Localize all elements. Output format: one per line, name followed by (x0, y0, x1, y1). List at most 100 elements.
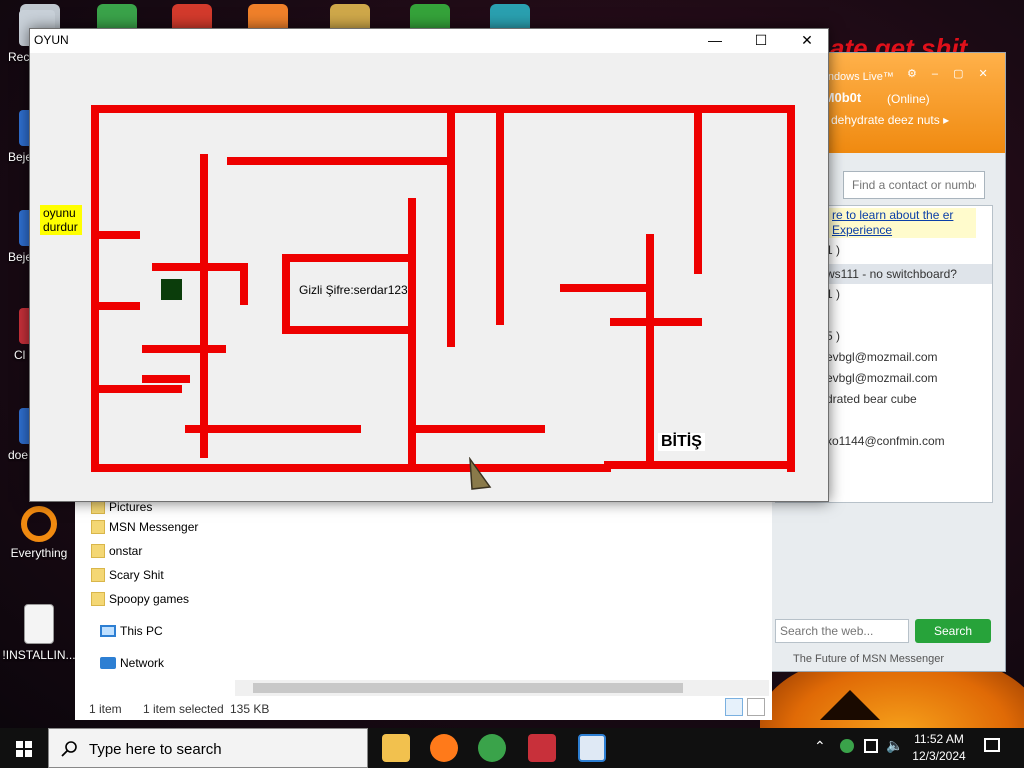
maze-wall (91, 105, 795, 113)
nav-item-pictures[interactable]: Pictures (91, 500, 153, 514)
start-button[interactable] (0, 728, 48, 768)
minimize-button[interactable]: — (692, 29, 738, 53)
maze-wall (447, 109, 455, 347)
cursor-icon (469, 457, 492, 490)
maze-wall (152, 263, 248, 271)
maze-wall (282, 254, 412, 262)
maze-wall (560, 284, 652, 292)
stop-game-button[interactable]: oyunu durdur (40, 205, 82, 235)
maze-wall (413, 425, 545, 433)
contact-row[interactable]: evbgl@mozmail.com (826, 350, 996, 364)
msn-window-controls[interactable]: ⚙ – ▢ ✕ (907, 67, 994, 80)
windows-logo-icon (16, 741, 32, 757)
network-tray-icon[interactable] (864, 739, 878, 753)
desktop-icon-label: !INSTALLIN... (2, 648, 76, 662)
maze-wall (142, 345, 226, 353)
desktop-icon-label: Everything (10, 546, 68, 560)
tiles-view-icon[interactable] (747, 698, 765, 716)
view-toggle[interactable] (725, 698, 767, 718)
contact-row[interactable]: evbgl@mozmail.com (826, 371, 996, 385)
maze-wall (646, 234, 654, 462)
nav-item-scary-shit[interactable]: Scary Shit (91, 568, 164, 582)
maze-wall (604, 461, 794, 469)
nav-item-label: Network (120, 656, 165, 670)
maze-wall (282, 254, 290, 334)
msn-buddies-icon[interactable] (478, 734, 506, 762)
nav-item-label: Spoopy games (109, 592, 190, 606)
nav-item-msn-messenger[interactable]: MSN Messenger (91, 520, 199, 534)
contact-row[interactable]: drated bear cube (826, 392, 996, 406)
player-square[interactable] (161, 279, 182, 300)
details-view-icon[interactable] (725, 698, 743, 716)
msn-footer[interactable]: The Future of MSN Messenger (793, 653, 944, 665)
scrollbar-thumb[interactable] (253, 683, 683, 693)
web-search-input[interactable] (775, 619, 909, 643)
msn-status[interactable]: (Online) (887, 92, 930, 106)
window-title: OYUN (34, 33, 69, 47)
taskbar-search-box[interactable]: Type here to search (48, 728, 368, 768)
contact-row[interactable]: ws111 - no switchboard? (826, 267, 996, 281)
contact-row[interactable]: xo1144@confmin.com (826, 434, 996, 448)
msn-tray-icon[interactable] (840, 739, 854, 753)
folder-icon (91, 592, 105, 606)
status-item-count: 1 item (89, 702, 122, 716)
folder-icon (91, 520, 105, 534)
network-icon (100, 657, 116, 669)
nav-item-label: Scary Shit (109, 568, 164, 582)
msn-personal-message[interactable]: dehydrate deez nuts ▸ (831, 113, 949, 127)
horizontal-scrollbar[interactable] (235, 680, 769, 696)
notifications-icon[interactable] (984, 738, 1000, 752)
info-banner-link[interactable]: re to learn about the er Experience (826, 208, 976, 238)
installer-file-icon (24, 604, 54, 644)
maze-wall (94, 302, 140, 310)
maze-canvas[interactable]: oyunu durdur Gizli Şifre:serdar123 BİTİŞ (30, 53, 828, 501)
close-button[interactable]: ✕ (784, 29, 830, 53)
game-titlebar[interactable]: OYUN — ☐ ✕ (30, 29, 828, 53)
status-size: 135 KB (230, 702, 270, 716)
search-placeholder: Type here to search (89, 741, 222, 758)
taskbar: Type here to search ⌃ 🔈 11:52 AM 12/3/20… (0, 728, 1024, 768)
secret-password-label: Gizli Şifre:serdar123 (299, 283, 408, 297)
everything-shortcut[interactable]: Everything (2, 506, 76, 560)
folder-icon (91, 500, 105, 514)
volume-icon[interactable]: 🔈 (886, 737, 903, 754)
folder-icon (91, 568, 105, 582)
firefox-icon[interactable] (430, 734, 458, 762)
tray-overflow-icon[interactable]: ⌃ (814, 738, 826, 755)
nav-item-spoopy-games[interactable]: Spoopy games (91, 592, 190, 606)
installer-file-shortcut[interactable]: !INSTALLIN... (2, 604, 76, 662)
folder-icon (91, 544, 105, 558)
maze-wall (694, 109, 702, 274)
maze-wall (94, 231, 140, 239)
maze-wall (142, 375, 190, 383)
nav-item-label: Pictures (109, 500, 153, 514)
nav-item-network[interactable]: Network (100, 656, 165, 670)
maximize-button[interactable]: ☐ (738, 29, 784, 53)
nav-item-label: MSN Messenger (109, 520, 199, 534)
maze-wall (91, 105, 99, 472)
file-explorer-icon[interactable] (382, 734, 410, 762)
nav-item-onstar[interactable]: onstar (91, 544, 143, 558)
clock[interactable]: 11:52 AM 12/3/2024 (904, 731, 974, 765)
web-search-button[interactable]: Search (915, 619, 991, 643)
maze-wall (282, 326, 412, 334)
maze-wall (91, 464, 611, 472)
maze-wall (787, 105, 795, 472)
contact-group[interactable]: 5 ) (826, 329, 996, 343)
finish-label: BİTİŞ (658, 433, 705, 451)
game-window: OYUN — ☐ ✕ oyunu durdur Gizli Şifre:serd… (29, 28, 829, 502)
contact-group[interactable]: 1 ) (826, 287, 996, 301)
everything-icon (21, 506, 57, 542)
vpn-icon[interactable] (528, 734, 556, 762)
maze-wall (94, 385, 182, 393)
status-selected: 1 item selected (143, 702, 224, 716)
clock-date: 12/3/2024 (912, 749, 966, 763)
contact-search-input[interactable] (843, 171, 985, 199)
contact-group[interactable]: 1 ) (826, 243, 996, 257)
nav-item-label: onstar (109, 544, 143, 558)
nav-item-this-pc[interactable]: This PC (100, 624, 163, 638)
computer-icon (100, 625, 116, 637)
app-window-icon[interactable] (578, 734, 606, 762)
maze-wall (610, 318, 702, 326)
search-icon (61, 741, 77, 757)
